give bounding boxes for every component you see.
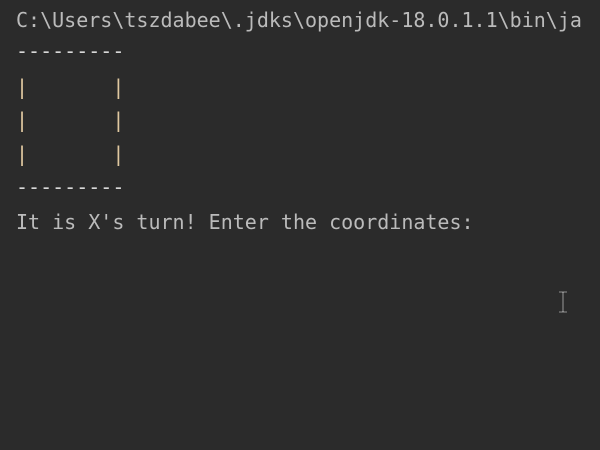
text-cursor-icon bbox=[559, 291, 567, 313]
row-right-pipe: | bbox=[112, 142, 125, 166]
board-row-1: | | bbox=[16, 69, 124, 105]
row-right-pipe: | bbox=[112, 108, 125, 132]
board-row-3: | | bbox=[16, 136, 124, 172]
row-cells bbox=[28, 108, 112, 132]
row-right-pipe: | bbox=[112, 75, 125, 99]
row-cells bbox=[28, 75, 112, 99]
board-top-border: --------- bbox=[16, 39, 125, 63]
row-cells bbox=[28, 142, 112, 166]
turn-prompt: It is X's turn! Enter the coordinates: bbox=[16, 210, 474, 234]
row-left-pipe: | bbox=[16, 75, 29, 99]
board-bottom-border: --------- bbox=[16, 175, 125, 199]
row-left-pipe: | bbox=[16, 142, 29, 166]
console-output[interactable]: C:\Users\tszdabee\.jdks\openjdk-18.0.1.1… bbox=[0, 0, 600, 450]
board-row-2: | | bbox=[16, 102, 124, 138]
row-left-pipe: | bbox=[16, 108, 29, 132]
